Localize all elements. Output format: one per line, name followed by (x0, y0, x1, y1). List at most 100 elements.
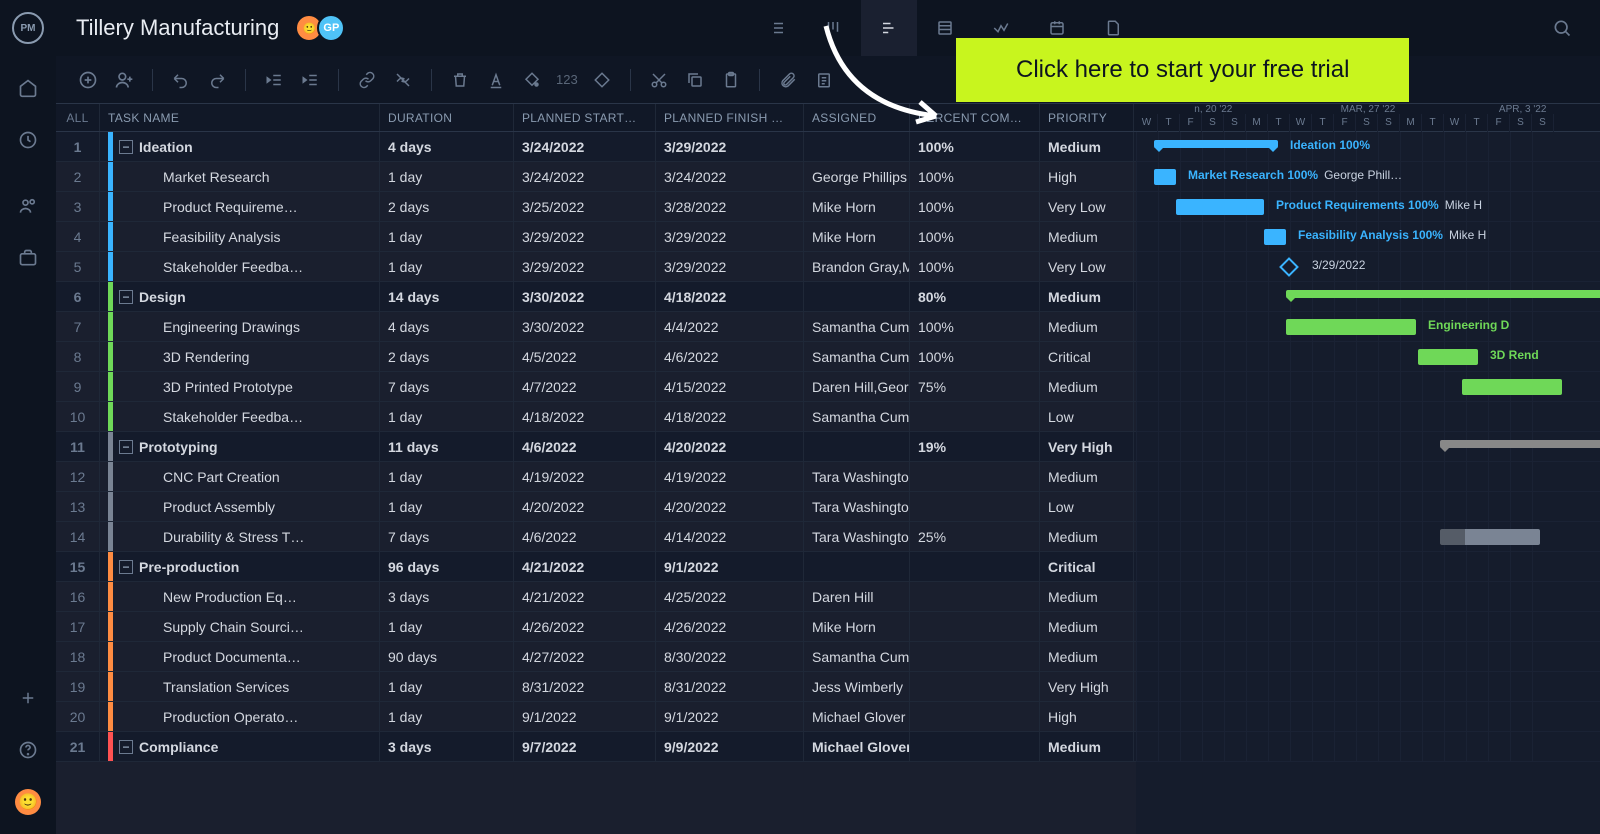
percent-cell[interactable] (910, 402, 1040, 431)
assigned-cell[interactable]: Jess Wimberly (804, 672, 910, 701)
task-name-cell[interactable]: Market Research (100, 162, 380, 191)
percent-cell[interactable]: 100% (910, 192, 1040, 221)
assigned-cell[interactable]: Mike Horn (804, 222, 910, 251)
collapse-toggle[interactable]: − (119, 290, 133, 304)
col-all[interactable]: ALL (56, 104, 100, 131)
col-planned-finish[interactable]: PLANNED FINISH … (656, 104, 804, 131)
percent-cell[interactable]: 100% (910, 312, 1040, 341)
task-name-cell[interactable]: Engineering Drawings (100, 312, 380, 341)
duration-cell[interactable]: 1 day (380, 252, 514, 281)
outdent-button[interactable] (258, 64, 290, 96)
finish-cell[interactable]: 4/18/2022 (656, 402, 804, 431)
start-cell[interactable]: 4/18/2022 (514, 402, 656, 431)
task-name-cell[interactable]: New Production Eq… (100, 582, 380, 611)
start-cell[interactable]: 9/1/2022 (514, 702, 656, 731)
start-cell[interactable]: 3/30/2022 (514, 282, 656, 311)
start-cell[interactable]: 4/6/2022 (514, 522, 656, 551)
task-row[interactable]: 15−Pre-production96 days4/21/20229/1/202… (56, 552, 1136, 582)
task-row[interactable]: 19Translation Services1 day8/31/20228/31… (56, 672, 1136, 702)
undo-button[interactable] (165, 64, 197, 96)
duration-cell[interactable]: 14 days (380, 282, 514, 311)
assigned-cell[interactable] (804, 282, 910, 311)
assigned-cell[interactable]: Daren Hill (804, 582, 910, 611)
gantt-bar[interactable] (1440, 529, 1540, 545)
start-cell[interactable]: 4/26/2022 (514, 612, 656, 641)
task-name-cell[interactable]: CNC Part Creation (100, 462, 380, 491)
col-assigned[interactable]: ASSIGNED (804, 104, 910, 131)
percent-cell[interactable]: 100% (910, 132, 1040, 161)
home-icon[interactable] (8, 68, 48, 108)
assigned-cell[interactable]: Brandon Gray,M (804, 252, 910, 281)
task-name-cell[interactable]: −Prototyping (100, 432, 380, 461)
priority-cell[interactable]: Very High (1040, 672, 1134, 701)
priority-cell[interactable]: Medium (1040, 132, 1134, 161)
assigned-cell[interactable]: Mike Horn (804, 612, 910, 641)
assigned-cell[interactable]: Samantha Cum (804, 642, 910, 671)
task-name-cell[interactable]: Stakeholder Feedba… (100, 252, 380, 281)
percent-cell[interactable] (910, 672, 1040, 701)
duration-cell[interactable]: 1 day (380, 672, 514, 701)
start-cell[interactable]: 4/20/2022 (514, 492, 656, 521)
priority-cell[interactable]: Medium (1040, 222, 1134, 251)
percent-cell[interactable] (910, 492, 1040, 521)
col-priority[interactable]: PRIORITY (1040, 104, 1134, 131)
assigned-cell[interactable]: Tara Washingto (804, 522, 910, 551)
percent-cell[interactable] (910, 702, 1040, 731)
gantt-bar[interactable] (1154, 169, 1176, 185)
finish-cell[interactable]: 4/15/2022 (656, 372, 804, 401)
priority-cell[interactable]: Medium (1040, 372, 1134, 401)
percent-cell[interactable]: 25% (910, 522, 1040, 551)
indent-button[interactable] (294, 64, 326, 96)
delete-button[interactable] (444, 64, 476, 96)
task-row[interactable]: 16New Production Eq…3 days4/21/20224/25/… (56, 582, 1136, 612)
duration-cell[interactable]: 1 day (380, 492, 514, 521)
task-row[interactable]: 10Stakeholder Feedba…1 day4/18/20224/18/… (56, 402, 1136, 432)
gantt-bar[interactable] (1154, 140, 1278, 148)
list-view-tab[interactable] (749, 0, 805, 56)
finish-cell[interactable]: 8/30/2022 (656, 642, 804, 671)
gantt-bar[interactable] (1286, 319, 1416, 335)
fill-color-button[interactable] (516, 64, 548, 96)
start-cell[interactable]: 3/25/2022 (514, 192, 656, 221)
percent-cell[interactable]: 19% (910, 432, 1040, 461)
duration-cell[interactable]: 11 days (380, 432, 514, 461)
priority-cell[interactable]: High (1040, 702, 1134, 731)
collapse-toggle[interactable]: − (119, 740, 133, 754)
task-name-cell[interactable]: Supply Chain Sourci… (100, 612, 380, 641)
assigned-cell[interactable]: Samantha Cum (804, 312, 910, 341)
task-name-cell[interactable]: −Pre-production (100, 552, 380, 581)
assigned-cell[interactable] (804, 432, 910, 461)
priority-cell[interactable]: Low (1040, 492, 1134, 521)
add-user-button[interactable] (108, 64, 140, 96)
assigned-cell[interactable] (804, 132, 910, 161)
milestone-button[interactable] (586, 64, 618, 96)
redo-button[interactable] (201, 64, 233, 96)
collapse-toggle[interactable]: − (119, 560, 133, 574)
assigned-cell[interactable] (804, 552, 910, 581)
work-icon[interactable] (8, 238, 48, 278)
finish-cell[interactable]: 3/29/2022 (656, 222, 804, 251)
task-row[interactable]: 1−Ideation4 days3/24/20223/29/2022100%Me… (56, 132, 1136, 162)
start-cell[interactable]: 8/31/2022 (514, 672, 656, 701)
duration-cell[interactable]: 1 day (380, 402, 514, 431)
duration-cell[interactable]: 7 days (380, 372, 514, 401)
percent-cell[interactable]: 75% (910, 372, 1040, 401)
task-row[interactable]: 13Product Assembly1 day4/20/20224/20/202… (56, 492, 1136, 522)
finish-cell[interactable]: 3/29/2022 (656, 132, 804, 161)
duration-cell[interactable]: 4 days (380, 312, 514, 341)
priority-cell[interactable]: Medium (1040, 282, 1134, 311)
app-logo[interactable]: PM (12, 12, 44, 44)
priority-cell[interactable]: Medium (1040, 462, 1134, 491)
gantt-bar[interactable] (1176, 199, 1264, 215)
search-icon[interactable] (1544, 10, 1580, 46)
add-icon[interactable] (8, 678, 48, 718)
duration-cell[interactable]: 3 days (380, 582, 514, 611)
attachment-button[interactable] (772, 64, 804, 96)
task-name-cell[interactable]: Stakeholder Feedba… (100, 402, 380, 431)
finish-cell[interactable]: 4/20/2022 (656, 492, 804, 521)
task-name-cell[interactable]: 3D Printed Prototype (100, 372, 380, 401)
percent-cell[interactable] (910, 732, 1040, 761)
duration-cell[interactable]: 4 days (380, 132, 514, 161)
percent-cell[interactable]: 100% (910, 252, 1040, 281)
finish-cell[interactable]: 8/31/2022 (656, 672, 804, 701)
